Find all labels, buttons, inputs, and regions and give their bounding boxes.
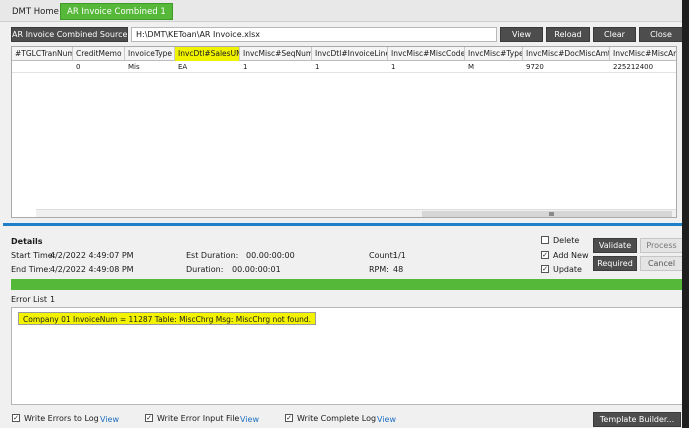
cancel-button[interactable]: Cancel [640,256,683,271]
check-icon: ✓ [13,414,19,422]
column-header[interactable]: InvcMisc#SeqNum [240,47,312,61]
column-header[interactable]: InvcDtl#InvoiceLine [312,47,388,61]
template-builder-button[interactable]: Template Builder... [593,412,681,427]
add-new-label: Add New [553,251,589,260]
progress-bar [11,279,683,290]
est-duration-value: 00.00:00:00 [246,251,295,260]
add-new-checkbox[interactable]: ✓ [541,251,549,259]
write-error-input-label: Write Error Input File [157,414,240,423]
error-list[interactable]: Company 01 InvoiceNum = 11287 Table: Mis… [11,307,683,405]
rpm-value: 48 [393,265,404,274]
app-window: DMT Home AR Invoice Combined 1 AR Invoic… [0,0,689,428]
delete-label: Delete [553,236,580,245]
write-complete-checkbox[interactable]: ✓ [285,414,293,422]
column-header[interactable]: InvcMisc#DocMiscAmt [523,47,610,61]
delete-checkbox[interactable] [541,236,549,244]
window-edge [682,0,689,428]
duration-label: Duration: [186,265,224,274]
source-button[interactable]: AR Invoice Combined Source... [11,27,135,42]
source-path-input[interactable]: H:\DMT\KEToan\AR Invoice.xlsx [131,27,497,42]
error-list-label: Error List [11,295,48,304]
view-error-input-link[interactable]: View [240,415,259,424]
error-count: 1 [50,295,56,304]
clear-button[interactable]: Clear [593,27,636,42]
error-message[interactable]: Company 01 InvoiceNum = 11287 Table: Mis… [18,312,317,325]
grid-cell: EA [178,63,188,71]
details-heading: Details [11,237,43,246]
grid-cell: 9720 [526,63,544,71]
scrollbar-thumb[interactable] [422,211,672,217]
grid-cell: 1 [243,63,248,71]
start-time-label: Start Time: [11,251,56,260]
rpm-label: RPM: [369,265,389,274]
grid-cell: 225212400 [613,63,654,71]
close-button[interactable]: Close [639,27,683,42]
view-button[interactable]: View [500,27,543,42]
validate-button[interactable]: Validate [593,238,637,253]
update-checkbox[interactable]: ✓ [541,265,549,273]
start-time-value: 4/2/2022 4:49:07 PM [50,251,134,260]
reload-button[interactable]: Reload [546,27,590,42]
grid-cell: 1 [315,63,320,71]
check-icon: ✓ [542,265,548,273]
table-row[interactable]: 0 Mis EA 1 1 1 M 9720 225212400 [12,62,676,73]
column-header[interactable]: InvcMisc#Type [465,47,523,61]
count-label: Count: [369,251,396,260]
tab-bar: DMT Home AR Invoice Combined 1 [0,0,689,22]
update-label: Update [553,265,582,274]
footer-bar: ✓ Write Errors to Log View ✓ Write Error… [0,410,682,428]
grid-cell: M [468,63,475,71]
end-time-value: 4/2/2022 4:49:08 PM [50,265,134,274]
column-header[interactable]: InvcMisc#MiscCode [388,47,465,61]
column-header[interactable]: InvoiceType [125,47,175,61]
column-header-highlighted[interactable]: InvcDtl#SalesUM [175,47,240,61]
grid-cell: 0 [76,63,81,71]
duration-value: 00.00:00:01 [232,265,281,274]
required-button[interactable]: Required [593,256,637,271]
grid-cell: 1 [391,63,396,71]
column-header[interactable]: CreditMemo [73,47,125,61]
write-errors-label: Write Errors to Log [24,414,99,423]
check-icon: ✓ [286,414,292,422]
write-error-input-checkbox[interactable]: ✓ [145,414,153,422]
end-time-label: End Time: [11,265,52,274]
check-icon: ✓ [542,251,548,259]
scrollbar-grip-icon [549,212,554,216]
check-icon: ✓ [146,414,152,422]
column-header[interactable]: InvcMisc#MiscAmt [610,47,676,61]
count-value: 1/1 [393,251,406,260]
tab-ar-invoice-combined[interactable]: AR Invoice Combined 1 [60,3,173,20]
view-complete-link[interactable]: View [377,415,396,424]
tab-dmt-home[interactable]: DMT Home [6,4,65,20]
view-errors-link[interactable]: View [100,415,119,424]
grid-cell: Mis [128,63,140,71]
data-grid[interactable]: #TGLCTranNum CreditMemo InvoiceType Invc… [11,46,677,218]
process-button[interactable]: Process [640,238,683,253]
grid-cell [12,62,73,73]
write-errors-checkbox[interactable]: ✓ [12,414,20,422]
horizontal-scrollbar[interactable] [36,209,676,217]
grid-header: #TGLCTranNum CreditMemo InvoiceType Invc… [12,47,676,61]
est-duration-label: Est Duration: [186,251,239,260]
panel-separator[interactable] [3,223,682,226]
write-complete-label: Write Complete Log [297,414,377,423]
column-header[interactable]: #TGLCTranNum [12,47,73,61]
